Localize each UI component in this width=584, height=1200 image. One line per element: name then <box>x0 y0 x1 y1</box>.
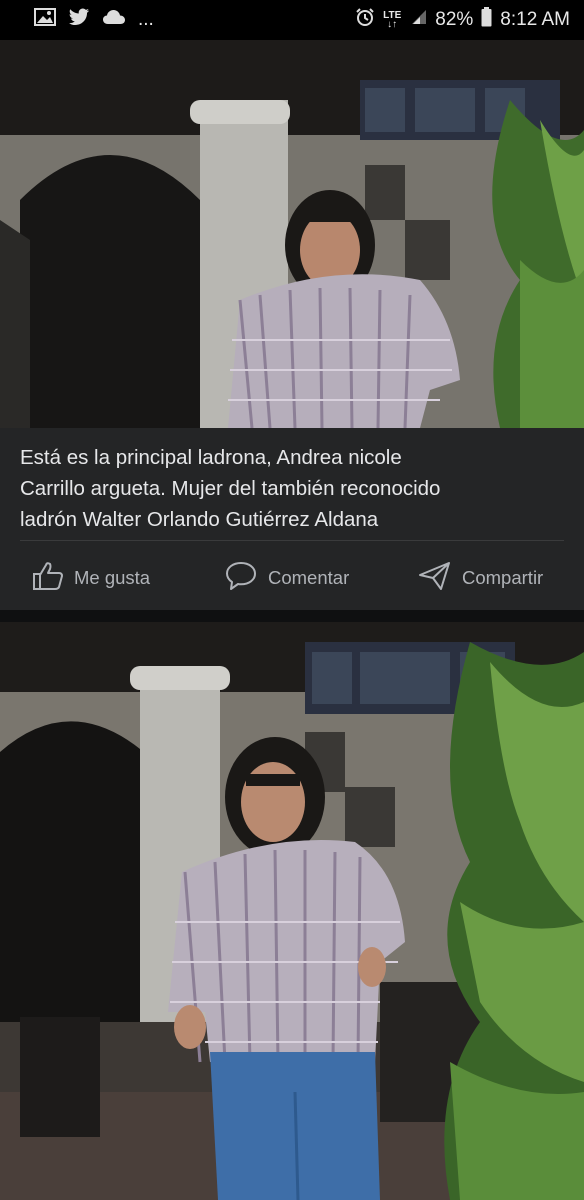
post-separator <box>0 610 584 622</box>
thumbs-up-icon <box>32 561 64 596</box>
battery-percent: 82% <box>435 9 474 30</box>
share-icon <box>418 561 452 596</box>
clock: 8:12 AM <box>500 9 570 30</box>
twitter-icon <box>68 8 90 32</box>
battery-icon <box>481 7 492 33</box>
image-icon <box>34 8 56 32</box>
caption-line: Carrillo argueta. Mujer del también reco… <box>20 477 441 500</box>
comment-label: Comentar <box>268 567 350 588</box>
alarm-icon <box>355 7 375 33</box>
status-notifications: ... <box>34 8 154 32</box>
network-type: LTE ↓↑ <box>383 10 402 30</box>
like-label: Me gusta <box>74 567 151 588</box>
cloud-icon <box>102 9 126 31</box>
post-card: Está es la principal ladrona, Andrea nic… <box>0 428 584 610</box>
comment-icon <box>224 560 258 597</box>
like-button[interactable]: Me gusta <box>32 556 150 600</box>
share-label: Compartir <box>462 567 544 588</box>
more-notifications-indicator: ... <box>138 9 154 30</box>
caption-line: ladrón Walter Orlando Gutiérrez Aldana <box>20 508 379 531</box>
signal-icon <box>409 9 427 31</box>
post-caption: Está es la principal ladrona, Andrea nic… <box>20 442 568 535</box>
caption-line: Está es la principal ladrona, Andrea nic… <box>20 446 402 469</box>
post-actions: Me gusta Comentar Compartir <box>0 556 584 600</box>
status-bar: ... LTE ↓↑ 82% 8:12 AM <box>0 0 584 40</box>
post-photo-bottom[interactable] <box>0 622 584 1200</box>
comment-button[interactable]: Comentar <box>224 556 349 600</box>
share-button[interactable]: Compartir <box>418 556 543 600</box>
status-system: LTE ↓↑ 82% 8:12 AM <box>355 7 570 33</box>
post-photo-top[interactable] <box>0 40 584 428</box>
divider <box>20 540 564 541</box>
